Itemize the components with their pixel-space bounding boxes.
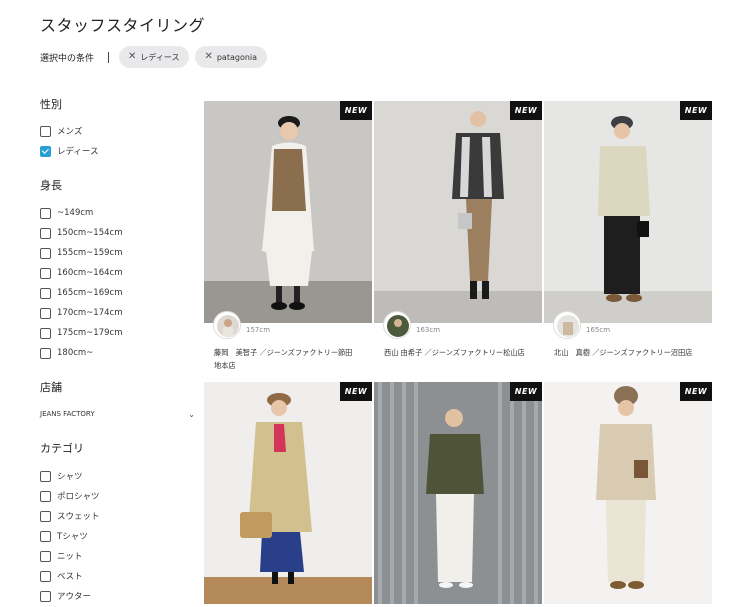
- checkbox[interactable]: [40, 530, 51, 542]
- checkbox-label: 150cm~154cm: [57, 228, 123, 238]
- filter-height-option[interactable]: 150cm~154cm: [40, 226, 122, 240]
- checkbox[interactable]: [40, 550, 51, 562]
- checkbox[interactable]: [40, 490, 51, 502]
- checkbox[interactable]: [40, 247, 51, 259]
- chevron-down-icon: ⌄: [188, 409, 195, 419]
- checkbox-label: アウター: [57, 592, 92, 602]
- filter-height-option[interactable]: 165cm~169cm: [40, 286, 122, 300]
- filter-category-option[interactable]: ポロシャツ: [40, 489, 100, 503]
- page-title: スタッフスタイリング: [40, 16, 206, 35]
- checkbox[interactable]: [40, 207, 51, 219]
- outfit-photo[interactable]: NEW: [544, 382, 712, 604]
- filter-category-option[interactable]: ニット: [40, 549, 83, 563]
- filter-category-option[interactable]: アウター: [40, 589, 91, 603]
- new-badge: NEW: [340, 101, 372, 120]
- checkbox-label: Tシャツ: [57, 532, 88, 542]
- checkbox[interactable]: [40, 125, 51, 137]
- filter-title-height: 身長: [40, 179, 62, 192]
- checkbox-label: ~149cm: [57, 208, 94, 218]
- filter-height-option[interactable]: 175cm~179cm: [40, 326, 122, 340]
- filter-height-option[interactable]: 155cm~159cm: [40, 246, 122, 260]
- checkbox-label: 160cm~164cm: [57, 268, 123, 278]
- checkbox[interactable]: [40, 145, 51, 157]
- checkbox-label: 165cm~169cm: [57, 288, 123, 298]
- staff-store-text: 地本店: [214, 361, 236, 370]
- filter-category-option[interactable]: シャツ: [40, 469, 83, 483]
- staff-name[interactable]: 北山 真樹 ／ジーンズファクトリー沼田店: [554, 346, 712, 359]
- checkbox[interactable]: [40, 347, 51, 359]
- avatar[interactable]: [553, 311, 581, 339]
- checkbox[interactable]: [40, 307, 51, 319]
- store-select[interactable]: JEANS FACTORY ⌄: [40, 407, 195, 421]
- checkbox[interactable]: [40, 327, 51, 339]
- store-select-value: JEANS FACTORY: [40, 410, 95, 418]
- checkbox-label: シャツ: [57, 472, 83, 482]
- new-badge: NEW: [510, 101, 542, 120]
- new-badge: NEW: [680, 101, 712, 120]
- checkbox-label: ポロシャツ: [57, 492, 100, 502]
- checkbox[interactable]: [40, 470, 51, 482]
- checkbox[interactable]: [40, 267, 51, 279]
- filter-gender-ladies[interactable]: レディース: [40, 144, 98, 158]
- checkbox-label: 175cm~179cm: [57, 328, 123, 338]
- filter-height-option[interactable]: ~149cm: [40, 206, 93, 220]
- staff-height: 157cm: [246, 326, 271, 334]
- chip-ladies[interactable]: ✕ レディース: [119, 46, 190, 68]
- filter-height-option[interactable]: 180cm~: [40, 346, 93, 360]
- avatar[interactable]: [213, 311, 241, 339]
- filter-title-gender: 性別: [40, 98, 62, 111]
- staff-height: 165cm: [586, 326, 611, 334]
- filter-height-option[interactable]: 170cm~174cm: [40, 306, 122, 320]
- checkbox-label: スウェット: [57, 512, 100, 522]
- close-icon[interactable]: ✕: [204, 52, 212, 62]
- filter-height-option[interactable]: 160cm~164cm: [40, 266, 122, 280]
- checkbox-label: 155cm~159cm: [57, 248, 123, 258]
- chip-label: レディース: [140, 52, 180, 62]
- outfit-photo[interactable]: NEW: [204, 101, 372, 323]
- chip-patagonia[interactable]: ✕ patagonia: [195, 46, 268, 68]
- checkbox-label: ベスト: [57, 572, 83, 582]
- outfit-photo[interactable]: NEW: [544, 101, 712, 323]
- divider: [108, 51, 110, 63]
- checkbox-label: ニット: [57, 552, 83, 562]
- outfit-photo[interactable]: NEW: [204, 382, 372, 604]
- new-badge: NEW: [510, 382, 542, 401]
- checkbox-label: メンズ: [57, 127, 83, 137]
- new-badge: NEW: [680, 382, 712, 401]
- staff-name-text: 北山 真樹 ／ジーンズファクトリー沼田店: [554, 348, 693, 357]
- filter-category-option[interactable]: ベスト: [40, 569, 83, 583]
- filter-title-category: カテゴリ: [40, 442, 84, 455]
- staff-name[interactable]: 西山 由希子 ／ジーンズファクトリー松山店: [384, 346, 542, 359]
- checkbox-label: レディース: [57, 147, 99, 157]
- new-badge: NEW: [340, 382, 372, 401]
- staff-name-text: 西山 由希子 ／ジーンズファクトリー松山店: [384, 348, 525, 357]
- checkbox[interactable]: [40, 510, 51, 522]
- checkbox-label: 170cm~174cm: [57, 308, 123, 318]
- staff-name[interactable]: 藤岡 美智子 ／ジーンズファクトリー節田 地本店: [214, 346, 372, 372]
- checkbox[interactable]: [40, 287, 51, 299]
- chip-label: patagonia: [216, 52, 258, 62]
- checkbox[interactable]: [40, 590, 51, 602]
- avatar[interactable]: [383, 311, 411, 339]
- staff-name-text: 藤岡 美智子 ／ジーンズファクトリー節田: [214, 348, 353, 357]
- selected-conditions: 選択中の条件 ✕ レディース ✕ patagonia: [40, 46, 273, 68]
- conditions-label: 選択中の条件: [40, 53, 95, 64]
- outfit-photo[interactable]: NEW: [374, 101, 542, 323]
- checkbox[interactable]: [40, 570, 51, 582]
- filter-category-option[interactable]: スウェット: [40, 509, 100, 523]
- filter-title-store: 店舗: [40, 381, 62, 394]
- filter-gender-mens[interactable]: メンズ: [40, 124, 82, 138]
- outfit-photo[interactable]: NEW: [374, 382, 542, 604]
- checkbox-label: 180cm~: [57, 348, 94, 358]
- filter-category-option[interactable]: Tシャツ: [40, 529, 88, 543]
- checkbox[interactable]: [40, 227, 51, 239]
- staff-height: 163cm: [416, 326, 441, 334]
- close-icon[interactable]: ✕: [128, 52, 136, 62]
